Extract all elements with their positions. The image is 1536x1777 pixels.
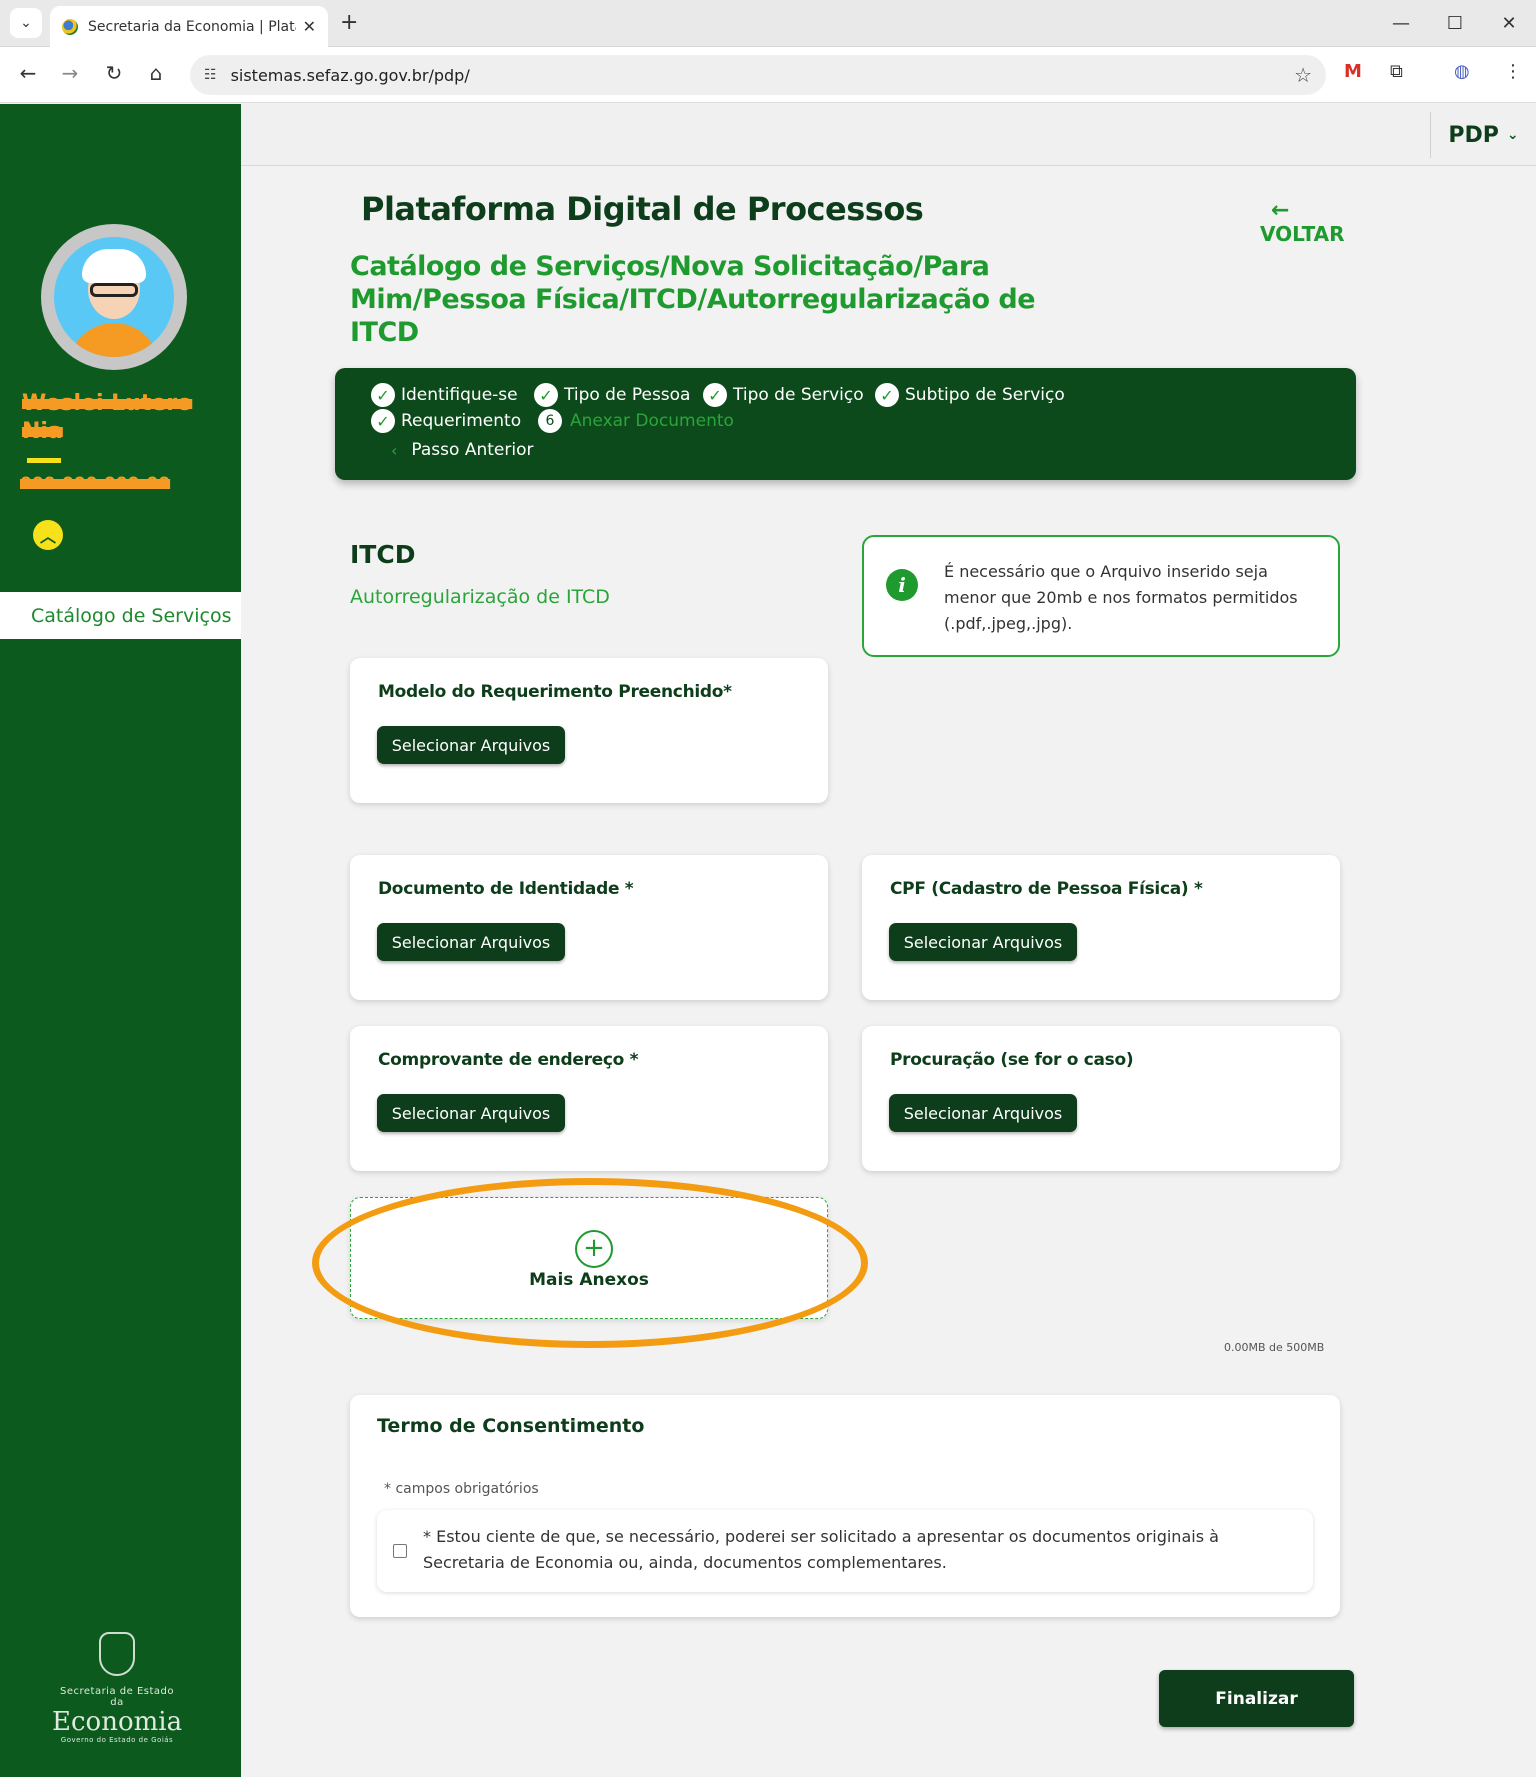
bookmark-star-icon[interactable]: ☆	[1294, 63, 1312, 87]
info-icon: i	[886, 569, 918, 601]
step-tipo-pessoa: ✓ Tipo de Pessoa	[534, 383, 690, 407]
file-info-box: i É necessário que o Arquivo inserido se…	[862, 535, 1340, 657]
progress-stepper: ✓ Identifique-se ✓ Tipo de Pessoa ✓ Tipo de…	[335, 368, 1356, 480]
upload-card-procuracao: Procuração (se for o caso) Selecionar Ar…	[862, 1026, 1340, 1171]
file-info-text: É necessário que o Arquivo inserido seja…	[944, 562, 1298, 633]
home-icon[interactable]: ⌂	[142, 61, 170, 85]
check-icon: ✓	[371, 409, 395, 433]
arrow-left-icon: ←	[1271, 198, 1290, 223]
consent-text: * Estou ciente de que, se necessário, po…	[423, 1527, 1219, 1572]
select-files-button[interactable]: Selecionar Arquivos	[377, 923, 565, 961]
select-files-button[interactable]: Selecionar Arquivos	[889, 1094, 1077, 1132]
chevron-up-icon: ︿	[39, 527, 56, 546]
sidebar-item-catalogo[interactable]: Catálogo de Serviços	[0, 592, 241, 639]
storage-quota: 0.00MB de 500MB	[1224, 1341, 1325, 1354]
check-icon: ✓	[534, 383, 558, 407]
profile-icon[interactable]: ◍	[1454, 61, 1470, 82]
user-divider	[27, 458, 61, 463]
app-menu-dropdown[interactable]: PDP ⌄	[1430, 112, 1536, 158]
check-icon: ✓	[875, 383, 899, 407]
collapse-profile-button[interactable]: ︿	[33, 520, 63, 550]
upload-card-documento-identidade: Documento de Identidade * Selecionar Arq…	[350, 855, 828, 1000]
state-crest-icon	[99, 1632, 135, 1676]
step-identifique-se: ✓ Identifique-se	[371, 383, 518, 407]
avatar[interactable]	[41, 224, 187, 370]
finalize-button[interactable]: Finalizar	[1159, 1670, 1354, 1727]
consent-card: Termo de Consentimento * campos obrigató…	[350, 1395, 1340, 1617]
site-info-icon[interactable]: ☷	[204, 67, 217, 83]
close-window-icon[interactable]: ✕	[1482, 0, 1536, 47]
back-arrow-icon[interactable]: ←	[14, 61, 42, 85]
reload-icon[interactable]: ↻	[100, 61, 128, 85]
minimize-icon[interactable]: —	[1374, 0, 1428, 47]
plus-circle-icon: +	[575, 1230, 613, 1268]
chevron-down-icon: ⌄	[1506, 127, 1519, 143]
section-subtitle: Autorregularização de ITCD	[350, 586, 610, 608]
upload-card-cpf: CPF (Cadastro de Pessoa Física) * Seleci…	[862, 855, 1340, 1000]
breadcrumb: Catálogo de Serviços/Nova Solicitação/Pa…	[350, 251, 1036, 348]
browser-toolbar: ← → ↻ ⌂ ☷ sistemas.sefaz.go.gov.br/pdp/ …	[0, 47, 1536, 103]
maximize-icon[interactable]: ☐	[1428, 0, 1482, 47]
step-requerimento: ✓ Requerimento	[371, 409, 521, 433]
user-name: Weslei Lutero Nia	[22, 391, 193, 444]
select-files-button[interactable]: Selecionar Arquivos	[377, 726, 565, 764]
check-icon: ✓	[371, 383, 395, 407]
browser-tabbar: ⌄ Secretaria da Economia | Plataforma Di…	[0, 0, 1536, 47]
economia-logo: Secretaria de Estado da Economia Governo…	[52, 1632, 182, 1744]
consent-checkbox[interactable]	[393, 1544, 407, 1558]
url-text: sistemas.sefaz.go.gov.br/pdp/	[230, 65, 470, 85]
close-tab-icon[interactable]: ✕	[303, 17, 316, 36]
address-bar[interactable]: ☷ sistemas.sefaz.go.gov.br/pdp/ ☆	[190, 55, 1326, 95]
step-tipo-servico: ✓ Tipo de Serviço	[703, 383, 864, 407]
select-files-button[interactable]: Selecionar Arquivos	[889, 923, 1077, 961]
step-subtipo-servico: ✓ Subtipo de Serviço	[875, 383, 1065, 407]
browser-tab[interactable]: Secretaria da Economia | Plataforma Digi…	[50, 6, 328, 47]
previous-step-link[interactable]: ‹ Passo Anterior	[391, 440, 533, 460]
new-tab-icon[interactable]: +	[340, 10, 358, 35]
back-button[interactable]: ← VOLTAR	[1260, 200, 1345, 247]
upload-card-comprovante-endereco: Comprovante de endereço * Selecionar Arq…	[350, 1026, 828, 1171]
page-header: PDP ⌄	[241, 104, 1536, 166]
chevron-left-icon: ‹	[391, 440, 398, 460]
forward-arrow-icon[interactable]: →	[56, 61, 84, 85]
tab-list-button[interactable]: ⌄	[10, 8, 42, 38]
section-title: ITCD	[350, 540, 416, 569]
step-number: 6	[538, 409, 562, 433]
sidebar: Weslei Lutero Nia 000.000.000-00 ︿ Catál…	[0, 104, 241, 1777]
check-icon: ✓	[703, 383, 727, 407]
window-controls: — ☐ ✕	[1374, 0, 1536, 47]
site-favicon-icon	[62, 18, 78, 35]
page-title: Plataforma Digital de Processos	[361, 190, 924, 228]
extensions-puzzle-icon[interactable]: ⧉	[1390, 61, 1403, 82]
select-files-button[interactable]: Selecionar Arquivos	[377, 1094, 565, 1132]
consent-option: * Estou ciente de que, se necessário, po…	[377, 1510, 1313, 1592]
consent-title: Termo de Consentimento	[377, 1415, 645, 1437]
gmail-extension-icon[interactable]: M	[1344, 61, 1362, 82]
tab-title: Secretaria da Economia | Plataforma Digi…	[88, 18, 296, 35]
user-document: 000.000.000-00	[20, 474, 171, 494]
more-attachments-label: Mais Anexos	[529, 1270, 649, 1290]
avatar-image	[54, 237, 174, 357]
more-attachments-button[interactable]: + Mais Anexos	[350, 1197, 828, 1319]
step-anexar-documento: 6 Anexar Documento	[538, 409, 734, 433]
required-fields-note: * campos obrigatórios	[384, 1481, 539, 1497]
upload-card-modelo-requerimento: Modelo do Requerimento Preenchido* Selec…	[350, 658, 828, 803]
kebab-menu-icon[interactable]: ⋮	[1504, 61, 1522, 82]
chevron-down-icon: ⌄	[20, 15, 32, 31]
